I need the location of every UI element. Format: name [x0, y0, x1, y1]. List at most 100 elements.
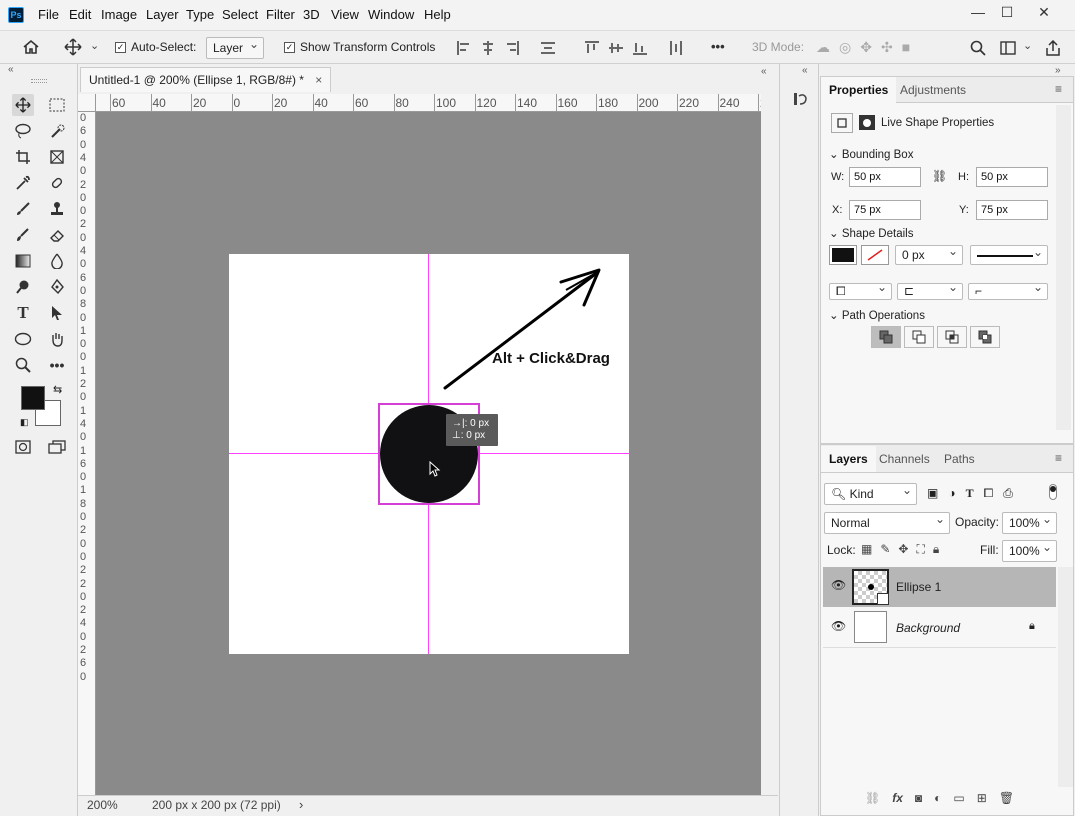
height-field[interactable]: 50 px: [976, 167, 1048, 187]
clone-stamp-tool-icon[interactable]: [46, 198, 68, 220]
3d-orbit-icon[interactable]: ☁: [816, 39, 830, 56]
path-selection-tool-icon[interactable]: [46, 302, 68, 324]
type-tool-icon[interactable]: T: [12, 302, 34, 324]
x-field[interactable]: 75 px: [849, 200, 921, 220]
stroke-join-dropdown[interactable]: ⌐: [968, 280, 1048, 300]
menu-view[interactable]: View: [331, 7, 359, 22]
mask-properties-icon[interactable]: [859, 115, 875, 130]
close-button[interactable]: ✕: [1030, 2, 1058, 22]
filter-type-icon[interactable]: T: [966, 486, 974, 501]
bounding-box-header[interactable]: ⌄ Bounding Box: [829, 147, 913, 161]
tab-paths[interactable]: Paths: [936, 446, 983, 472]
menu-file[interactable]: File: [38, 7, 59, 22]
menu-window[interactable]: Window: [368, 7, 414, 22]
align-left-icon[interactable]: [455, 39, 473, 57]
width-field[interactable]: 50 px: [849, 167, 921, 187]
hand-tool-icon[interactable]: [46, 328, 68, 350]
stroke-color-swatch[interactable]: [861, 245, 889, 265]
subtract-shapes-icon[interactable]: [904, 326, 934, 348]
minimize-button[interactable]: —: [964, 2, 992, 22]
align-top-icon[interactable]: [583, 39, 601, 57]
toolbar-grip[interactable]: [31, 79, 47, 83]
layer-name-ellipse[interactable]: Ellipse 1: [896, 580, 941, 594]
menu-help[interactable]: Help: [424, 7, 451, 22]
menu-select[interactable]: Select: [222, 7, 258, 22]
crop-tool-icon[interactable]: [12, 146, 34, 168]
menu-layer[interactable]: Layer: [146, 7, 179, 22]
layer-row-ellipse[interactable]: 👁︎ Ellipse 1: [823, 567, 1056, 607]
zoom-level[interactable]: 200%: [87, 798, 118, 812]
collapse-toolbar-icon[interactable]: «: [8, 64, 14, 75]
move-tool-icon[interactable]: [12, 94, 34, 116]
healing-brush-tool-icon[interactable]: [46, 172, 68, 194]
lock-pixels-icon[interactable]: ✎: [880, 542, 890, 557]
menu-filter[interactable]: Filter: [266, 7, 295, 22]
fill-field[interactable]: 100%: [1002, 537, 1057, 562]
lock-artboard-icon[interactable]: ⛶: [916, 542, 924, 557]
quick-selection-tool-icon[interactable]: [46, 120, 68, 142]
layer-filter-dropdown[interactable]: 🔍︎ Kind: [824, 480, 917, 505]
auto-select-dropdown[interactable]: Layer: [206, 34, 264, 59]
workspace-icon[interactable]: [998, 38, 1018, 58]
lock-all-icon[interactable]: 🔒︎: [933, 542, 939, 557]
collapse-panels-icon[interactable]: »: [1055, 65, 1061, 76]
opacity-field[interactable]: 100%: [1002, 509, 1057, 534]
new-layer-icon[interactable]: ⊞: [977, 791, 987, 805]
path-operations-header[interactable]: ⌄ Path Operations: [829, 308, 925, 322]
blend-mode-dropdown[interactable]: Normal: [824, 509, 950, 534]
tab-layers[interactable]: Layers: [821, 446, 876, 472]
3d-slide-icon[interactable]: ✣: [881, 39, 893, 56]
align-bottom-icon[interactable]: [631, 39, 649, 57]
tool-preset-chevron-icon[interactable]: ⌄: [90, 39, 99, 52]
ellipse-tool-icon[interactable]: [12, 328, 34, 350]
align-vertical-center-icon[interactable]: [607, 39, 625, 57]
share-icon[interactable]: [1043, 38, 1063, 58]
layer-styles-icon[interactable]: fx: [892, 791, 903, 805]
layers-menu-icon[interactable]: ≡: [1055, 451, 1062, 465]
tab-channels[interactable]: Channels: [871, 446, 938, 472]
canvas-workspace[interactable]: Alt + Click&Drag →|: 0 px ⊥: 0 px: [96, 112, 761, 795]
exclude-shapes-icon[interactable]: [970, 326, 1000, 348]
intersect-shapes-icon[interactable]: [937, 326, 967, 348]
filter-smart-object-icon[interactable]: ⎙: [1003, 486, 1013, 501]
combine-shapes-icon[interactable]: [871, 326, 901, 348]
adjustment-layer-icon[interactable]: ◐: [934, 791, 941, 805]
distribute-vertical-icon[interactable]: [539, 39, 557, 57]
home-icon[interactable]: [21, 37, 41, 57]
stroke-cap-dropdown[interactable]: ⊏: [897, 280, 963, 300]
vertical-ruler[interactable]: 0604020020406080100120140160180200220240…: [78, 112, 96, 795]
foreground-color-swatch[interactable]: [21, 386, 45, 410]
3d-roll-icon[interactable]: ◎: [839, 39, 851, 56]
tab-adjustments[interactable]: Adjustments: [892, 77, 974, 103]
dodge-tool-icon[interactable]: [12, 276, 34, 298]
history-brush-tool-icon[interactable]: [12, 224, 34, 246]
filter-shape-icon[interactable]: ⧠: [984, 486, 994, 501]
collapse-doc-icon[interactable]: «: [761, 66, 767, 77]
maximize-button[interactable]: ☐: [993, 2, 1021, 22]
workspace-chevron-icon[interactable]: ⌄: [1023, 39, 1032, 52]
search-icon[interactable]: [968, 38, 988, 58]
align-horizontal-center-icon[interactable]: [479, 39, 497, 57]
tab-properties[interactable]: Properties: [821, 77, 897, 103]
swap-colors-icon[interactable]: ⇆: [53, 383, 62, 396]
more-tools-icon[interactable]: •••: [46, 354, 68, 376]
shape-properties-icon[interactable]: [831, 113, 853, 133]
stroke-type-dropdown[interactable]: [970, 242, 1048, 265]
more-options-icon[interactable]: •••: [711, 39, 725, 54]
eyedropper-tool-icon[interactable]: [12, 172, 34, 194]
menu-edit[interactable]: Edit: [69, 7, 91, 22]
properties-menu-icon[interactable]: ≡: [1055, 82, 1062, 96]
layers-scrollbar[interactable]: [1058, 567, 1073, 787]
link-layers-icon[interactable]: ⛓: [865, 791, 880, 805]
distribute-horizontal-icon[interactable]: [667, 39, 685, 57]
y-field[interactable]: 75 px: [976, 200, 1048, 220]
marquee-tool-icon[interactable]: [46, 94, 68, 116]
move-tool-icon[interactable]: [63, 37, 83, 57]
vertical-scrollbar[interactable]: [761, 112, 778, 795]
lasso-tool-icon[interactable]: [12, 120, 34, 142]
link-dimensions-icon[interactable]: ⛓: [932, 169, 947, 183]
properties-scrollbar[interactable]: [1056, 105, 1071, 430]
expand-panels-icon[interactable]: «: [802, 65, 808, 76]
filter-toggle[interactable]: [1049, 484, 1057, 500]
brush-tool-icon[interactable]: [12, 198, 34, 220]
